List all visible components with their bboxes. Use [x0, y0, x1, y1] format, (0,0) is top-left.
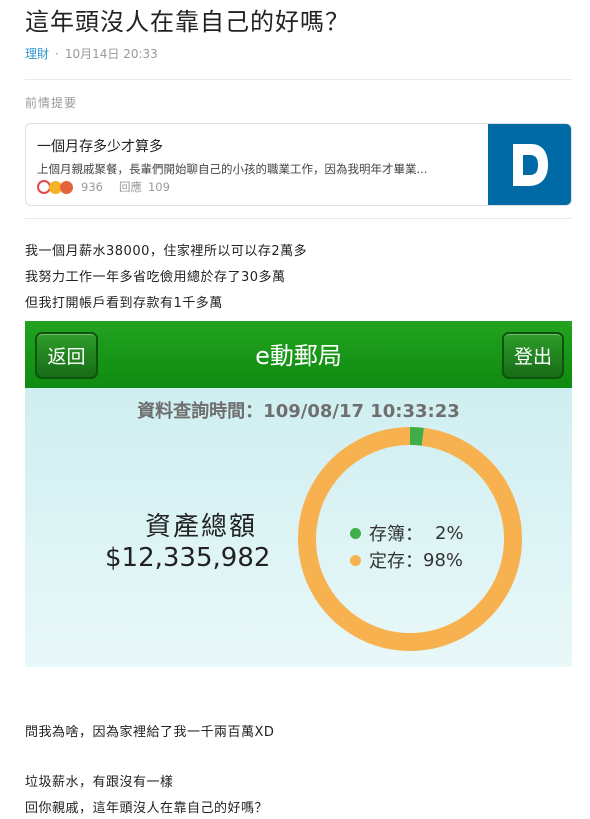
meta-separator: ·: [55, 47, 59, 61]
dcard-logo-icon: [512, 143, 548, 186]
body-line: 但我打開帳戶看到存款有1千多萬: [25, 296, 223, 311]
donut-slice-存簿: [409, 427, 425, 446]
body-line: 回你親戚，這年頭沒人在靠自己的好嗎？: [25, 801, 269, 816]
reply-label: 回應: [118, 180, 142, 194]
legend-item: 存簿： 2%: [350, 520, 464, 546]
card-title: 一個月存多少才算多: [37, 139, 163, 155]
card-stats: 936 回應 109: [37, 179, 170, 195]
body-line: 我努力工作一年多省吃儉用總於存了30多萬: [25, 270, 286, 285]
legend-item: 定存： 98%: [350, 547, 463, 573]
reply-count: 109: [147, 180, 170, 194]
angry-reaction-icon: [60, 180, 73, 194]
category-link[interactable]: 理財: [25, 47, 49, 61]
donut-chart: [298, 427, 522, 651]
embedded-screenshot: 返回 e動郵局 登出 資料查詢時間：109/08/17 10:33:23 資產總…: [25, 321, 572, 667]
divider: [25, 79, 572, 80]
post-title: 這年頭沒人在靠自己的好嗎？: [25, 8, 350, 36]
post-datetime: 10月14日 20:33: [64, 47, 158, 61]
reaction-count: 936: [81, 180, 103, 194]
legend-value: 2%: [435, 522, 464, 544]
body-line: 我一個月薪水38000，住家裡所以可以存2萬多: [25, 244, 308, 259]
previous-post-card[interactable]: 一個月存多少才算多 上個月親戚聚餐，長輩們開始聊自己的小孩的職業工作，因為我明年…: [25, 123, 572, 206]
body-line: 問我為啥，因為家裡給了我一千兩百萬XD: [25, 725, 275, 740]
legend-value: 98%: [423, 549, 464, 571]
card-snippet: 上個月親戚聚餐，長輩們開始聊自己的小孩的職業工作，因為我明年才畢業...: [37, 162, 428, 176]
divider: [25, 218, 572, 219]
previous-label: 前情提要: [25, 96, 78, 110]
legend-label: 存簿：: [369, 524, 423, 545]
card-thumbnail: [488, 124, 571, 205]
body-line: 垃圾薪水，有跟沒有一樣: [25, 775, 174, 790]
legend-dot: [350, 527, 361, 539]
post-meta: 理財 · 10月14日 20:33: [25, 45, 158, 62]
legend-label: 定存：: [369, 551, 423, 572]
legend-dot: [350, 554, 361, 566]
